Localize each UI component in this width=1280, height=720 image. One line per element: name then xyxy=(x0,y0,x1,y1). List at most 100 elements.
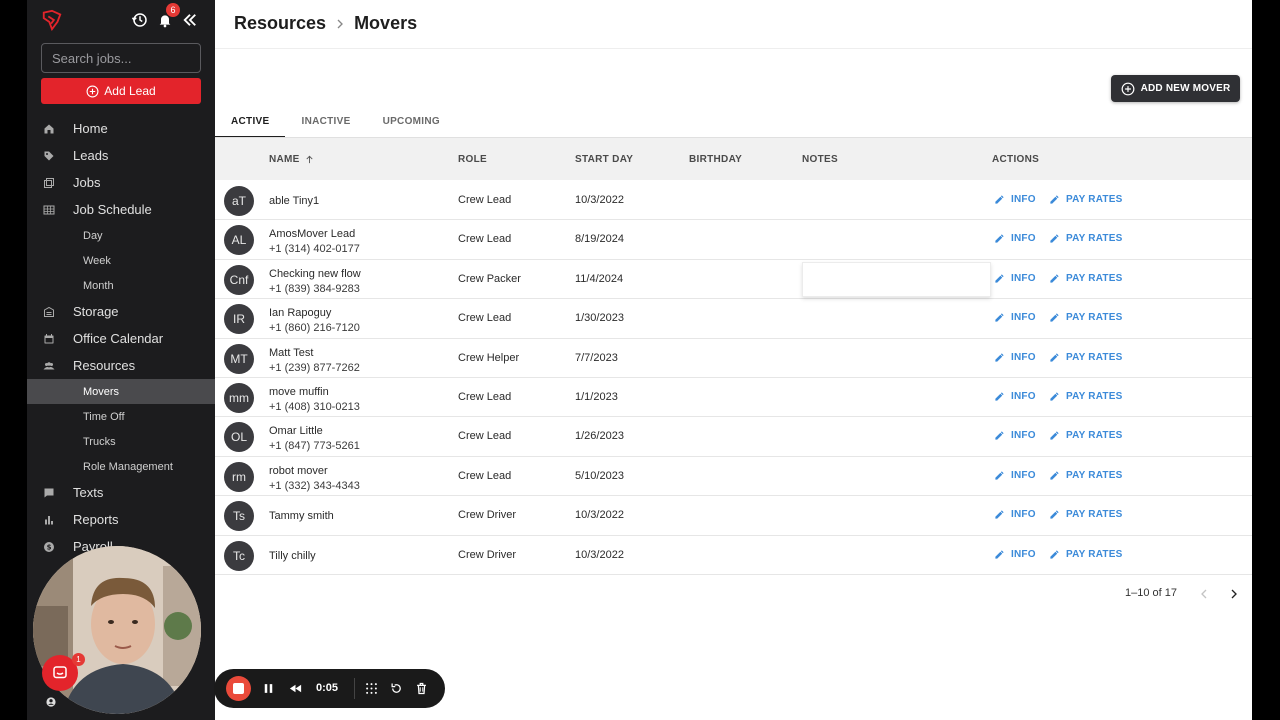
restart-icon[interactable] xyxy=(389,681,404,696)
table-row[interactable]: mm move muffin +1 (408) 310-0213 Crew Lead 1… xyxy=(215,378,1252,418)
table-header: NAME ROLE START DAY BIRTHDAY NOTES ACTIO… xyxy=(215,138,1252,180)
trash-icon[interactable] xyxy=(414,681,429,696)
pay-rates-button[interactable]: PAY RATES xyxy=(1049,312,1122,323)
pay-rates-button[interactable]: PAY RATES xyxy=(1049,549,1122,560)
sidebar-subitem-time-off[interactable]: Time Off xyxy=(27,404,215,429)
pay-rates-label: PAY RATES xyxy=(1066,469,1123,481)
add-new-mover-button[interactable]: ADD NEW MOVER xyxy=(1111,75,1240,102)
info-button[interactable]: INFO xyxy=(994,194,1036,205)
chevron-right-icon xyxy=(337,19,344,28)
column-header-start-day[interactable]: START DAY xyxy=(575,154,633,165)
history-icon[interactable] xyxy=(131,11,149,29)
sidebar-item-storage[interactable]: Storage xyxy=(27,298,215,325)
pencil-icon xyxy=(1050,234,1059,244)
table-row[interactable]: Tc Tilly chilly Crew Driver 10/3/2022 INFO PA… xyxy=(215,536,1252,575)
sidebar-item-job-schedule[interactable]: Job Schedule xyxy=(27,196,215,223)
table-row[interactable]: IR Ian Rapoguy +1 (860) 216-7120 Crew Lead 1… xyxy=(215,299,1252,339)
avatar: rm xyxy=(224,461,254,492)
column-header-birthday[interactable]: BIRTHDAY xyxy=(689,154,742,165)
logo-icon[interactable] xyxy=(41,9,63,31)
info-button[interactable]: INFO xyxy=(994,470,1036,481)
pay-rates-button[interactable]: PAY RATES xyxy=(1049,273,1122,284)
previous-page-icon[interactable] xyxy=(1196,586,1212,602)
table-row[interactable]: Ts Tammy smith Crew Driver 10/3/2022 INFO PAY… xyxy=(215,496,1252,536)
sidebar-subitem-week[interactable]: Week xyxy=(27,248,215,273)
info-button[interactable]: INFO xyxy=(994,352,1036,363)
mover-name: robot mover xyxy=(269,464,328,477)
pencil-icon xyxy=(1050,549,1059,559)
table-row[interactable]: OL Omar Little +1 (847) 773-5261 Crew Lead 1… xyxy=(215,417,1252,457)
mover-name: Checking new flow xyxy=(269,267,361,280)
pay-rates-button[interactable]: PAY RATES xyxy=(1049,509,1122,520)
notes-popover[interactable] xyxy=(802,262,991,297)
pay-rates-button[interactable]: PAY RATES xyxy=(1049,391,1122,402)
sidebar-item-label: Job Schedule xyxy=(73,202,152,217)
pay-rates-label: PAY RATES xyxy=(1066,233,1123,245)
info-button[interactable]: INFO xyxy=(994,312,1036,323)
sidebar-item-home[interactable]: Home xyxy=(27,115,215,142)
pay-rates-label: PAY RATES xyxy=(1066,548,1123,560)
breadcrumb-resources[interactable]: Resources xyxy=(234,13,326,34)
column-header-notes[interactable]: NOTES xyxy=(802,154,838,165)
pay-rates-button[interactable]: PAY RATES xyxy=(1049,430,1122,441)
info-button[interactable]: INFO xyxy=(994,273,1036,284)
grid-dots-icon[interactable] xyxy=(364,681,379,696)
mover-name: Ian Rapoguy xyxy=(269,307,332,320)
collapse-sidebar-icon[interactable] xyxy=(180,11,200,29)
sidebar-item-leads[interactable]: Leads xyxy=(27,142,215,169)
column-header-role[interactable]: ROLE xyxy=(458,154,487,165)
rewind-icon[interactable] xyxy=(288,681,303,696)
mover-name: Tammy smith xyxy=(269,510,334,523)
sidebar-subitem-trucks[interactable]: Trucks xyxy=(27,429,215,454)
sidebar-subitem-movers[interactable]: Movers xyxy=(27,379,215,404)
sidebar-item-reports[interactable]: Reports xyxy=(27,506,215,533)
pay-rates-button[interactable]: PAY RATES xyxy=(1049,352,1122,363)
add-lead-button[interactable]: Add Lead xyxy=(41,78,201,104)
mover-name-cell: Ian Rapoguy +1 (860) 216-7120 xyxy=(269,306,360,336)
pause-icon[interactable] xyxy=(261,681,276,696)
add-new-mover-label: ADD NEW MOVER xyxy=(1140,83,1231,94)
pay-rates-button[interactable]: PAY RATES xyxy=(1049,233,1122,244)
table-row[interactable]: AL AmosMover Lead +1 (314) 402-0177 Crew Le… xyxy=(215,220,1252,260)
sidebar-subitem-day[interactable]: Day xyxy=(27,223,215,248)
info-button[interactable]: INFO xyxy=(994,509,1036,520)
sidebar-subitem-role-management[interactable]: Role Management xyxy=(27,454,215,479)
table-row[interactable]: rm robot mover +1 (332) 343-4343 Crew Lead 5… xyxy=(215,457,1252,497)
column-header-name[interactable]: NAME xyxy=(269,154,315,165)
mover-phone: +1 (860) 216-7120 xyxy=(269,322,360,335)
table-row[interactable]: MT Matt Test +1 (239) 877-7262 Crew Helper 7… xyxy=(215,339,1252,378)
info-button[interactable]: INFO xyxy=(994,430,1036,441)
info-button[interactable]: INFO xyxy=(994,391,1036,402)
mover-name: move muffin xyxy=(269,385,329,398)
table-row[interactable]: aT able Tiny1 Crew Lead 10/3/2022 INFO PAY RA… xyxy=(215,181,1252,221)
next-page-icon[interactable] xyxy=(1226,586,1242,602)
mover-start-day: 10/3/2022 xyxy=(575,509,624,522)
chat-badge: 1 xyxy=(72,653,85,666)
sidebar-item-jobs[interactable]: Jobs xyxy=(27,169,215,196)
sidebar-item-texts[interactable]: Texts xyxy=(27,479,215,506)
sidebar-item-resources[interactable]: Resources xyxy=(27,352,215,379)
stop-recording-button[interactable] xyxy=(226,676,251,701)
pay-rates-button[interactable]: PAY RATES xyxy=(1049,194,1122,205)
pencil-icon xyxy=(995,549,1004,559)
search-jobs-input[interactable] xyxy=(41,43,201,73)
pagination: 1–10 of 17 xyxy=(1125,587,1177,599)
mover-role: Crew Packer xyxy=(458,272,521,285)
info-button[interactable]: INFO xyxy=(994,549,1036,560)
sidebar-item-office-calendar[interactable]: Office Calendar xyxy=(27,325,215,352)
pencil-icon xyxy=(995,510,1004,519)
tab-active[interactable]: ACTIVE xyxy=(215,106,286,138)
tab-upcoming[interactable]: UPCOMING xyxy=(367,106,456,136)
mover-role: Crew Driver xyxy=(458,509,517,522)
table-row[interactable]: Cnf Checking new flow +1 (839) 384-9283 Cre… xyxy=(215,260,1252,300)
tab-inactive[interactable]: INACTIVE xyxy=(285,106,366,136)
sidebar-subitem-month[interactable]: Month xyxy=(27,273,215,298)
mover-phone: +1 (847) 773-5261 xyxy=(269,440,360,453)
sidebar-item-label: Home xyxy=(73,121,108,136)
breadcrumb: Resources Movers xyxy=(234,13,417,34)
pay-rates-button[interactable]: PAY RATES xyxy=(1049,470,1122,481)
mover-name-cell: AmosMover Lead +1 (314) 402-0177 xyxy=(269,227,360,257)
info-label: INFO xyxy=(1011,469,1036,481)
user-account-icon[interactable] xyxy=(46,697,56,707)
info-button[interactable]: INFO xyxy=(994,233,1036,244)
